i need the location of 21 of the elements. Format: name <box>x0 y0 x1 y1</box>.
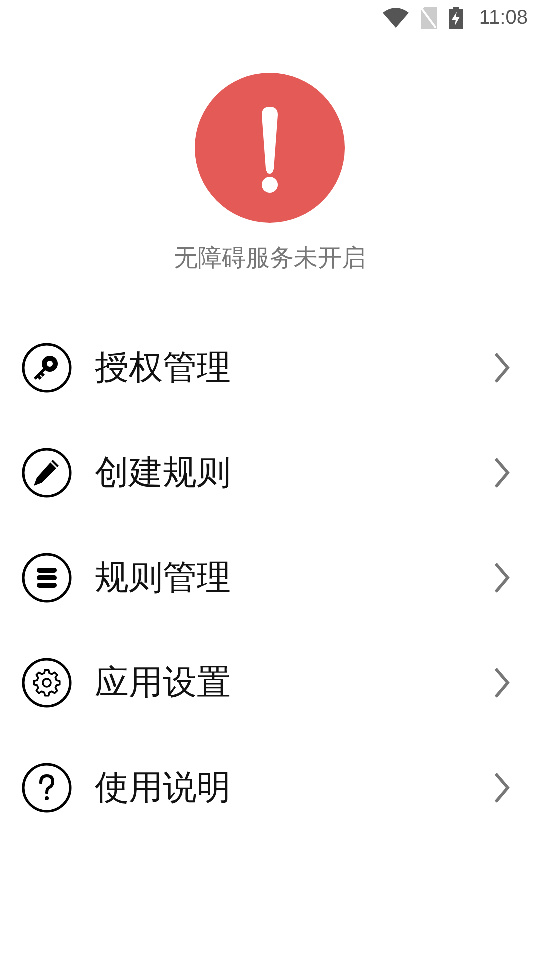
chevron-right-icon <box>494 562 510 594</box>
battery-charging-icon <box>449 7 464 29</box>
database-icon <box>22 552 72 602</box>
key-icon <box>22 342 72 392</box>
chevron-right-icon <box>494 772 510 804</box>
menu-item[interactable]: 创建规则 <box>0 420 540 525</box>
wifi-icon <box>383 8 410 28</box>
clock-time: 11:08 <box>479 6 528 30</box>
chevron-right-icon <box>494 352 510 384</box>
status-message: 无障碍服务未开启 <box>174 243 366 273</box>
help-icon <box>22 762 72 812</box>
menu-item[interactable]: 规则管理 <box>0 525 540 630</box>
menu-item[interactable]: 应用设置 <box>0 630 540 735</box>
warning-icon <box>195 73 345 223</box>
menu-item[interactable]: 授权管理 <box>0 315 540 420</box>
chevron-right-icon <box>494 456 510 488</box>
chevron-right-icon <box>494 666 510 698</box>
menu-item[interactable]: 使用说明 <box>0 735 540 840</box>
settings-icon <box>22 658 72 708</box>
pencil-icon <box>22 448 72 498</box>
no-sim-icon <box>421 7 438 29</box>
